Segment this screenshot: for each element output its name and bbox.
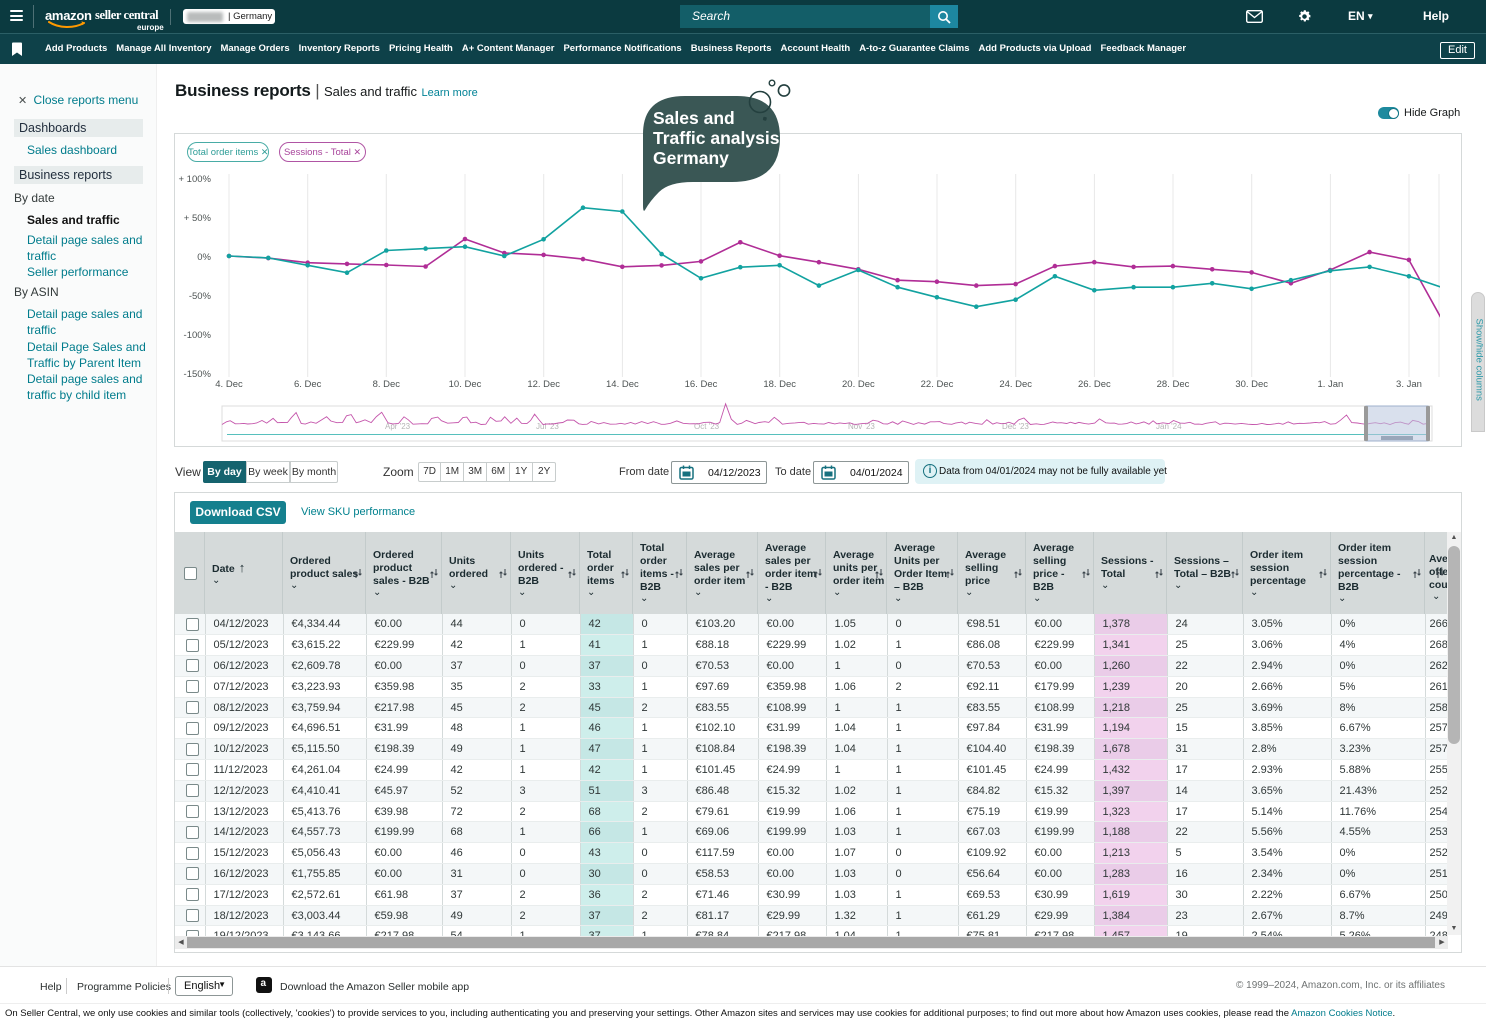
svg-text:Traffic analysis: Traffic analysis <box>653 128 780 148</box>
svg-text:1. Jan: 1. Jan <box>1317 379 1343 390</box>
svg-text:30. Dec: 30. Dec <box>1235 379 1268 390</box>
svg-text:6. Dec: 6. Dec <box>294 379 322 390</box>
svg-text:Sales and: Sales and <box>653 108 735 128</box>
svg-text:12. Dec: 12. Dec <box>527 379 560 390</box>
svg-text:Oct '23: Oct '23 <box>694 422 720 431</box>
svg-text:0%: 0% <box>197 252 211 263</box>
svg-text:-150%: -150% <box>184 369 212 380</box>
svg-text:-100%: -100% <box>184 330 212 341</box>
svg-text:22. Dec: 22. Dec <box>921 379 954 390</box>
svg-text:4. Dec: 4. Dec <box>215 379 243 390</box>
svg-text:14. Dec: 14. Dec <box>606 379 639 390</box>
svg-text:8. Dec: 8. Dec <box>373 379 401 390</box>
svg-text:10. Dec: 10. Dec <box>449 379 482 390</box>
svg-text:28. Dec: 28. Dec <box>1157 379 1190 390</box>
svg-text:24. Dec: 24. Dec <box>999 379 1032 390</box>
svg-text:18. Dec: 18. Dec <box>763 379 796 390</box>
svg-text:Germany: Germany <box>653 148 729 168</box>
svg-text:-50%: -50% <box>189 291 212 302</box>
svg-text:3. Jan: 3. Jan <box>1396 379 1422 390</box>
svg-text:20. Dec: 20. Dec <box>842 379 875 390</box>
svg-text:+ 100%: + 100% <box>179 174 212 185</box>
svg-text:26. Dec: 26. Dec <box>1078 379 1111 390</box>
svg-text:16. Dec: 16. Dec <box>685 379 718 390</box>
svg-text:+ 50%: + 50% <box>184 213 212 224</box>
